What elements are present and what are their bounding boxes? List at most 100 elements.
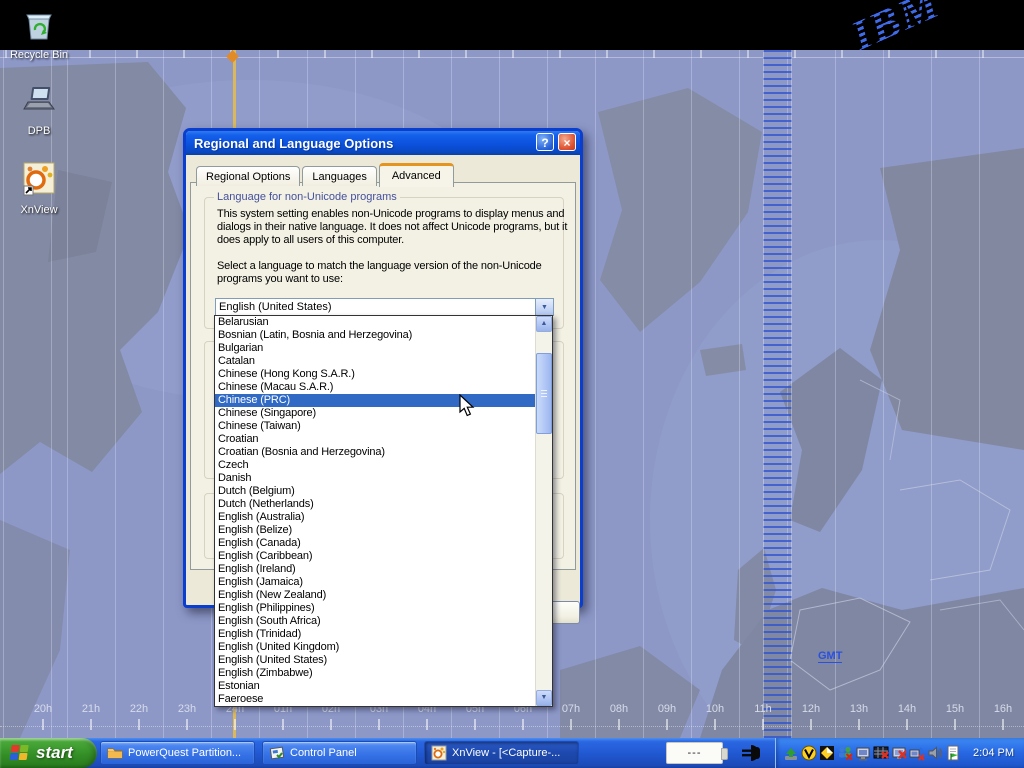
language-option[interactable]: Croatian (Bosnia and Herzegovina) <box>215 446 536 459</box>
power-plug-icon <box>739 743 763 763</box>
language-option[interactable]: Dutch (Netherlands) <box>215 498 536 511</box>
desktop-icon-label: DPB <box>0 125 78 137</box>
defrag-icon[interactable] <box>819 745 835 761</box>
timezone-tick <box>138 719 140 730</box>
task-flag-icon[interactable] <box>945 745 961 761</box>
close-button[interactable]: × <box>558 133 576 151</box>
language-option[interactable]: Danish <box>215 472 536 485</box>
language-option[interactable]: Belarusian <box>215 316 536 329</box>
timezone-cell: 11h <box>739 703 787 730</box>
taskbar-button-powerquest[interactable]: PowerQuest Partition... <box>100 741 255 765</box>
battery-indicator-text: --- <box>688 747 702 759</box>
language-option[interactable]: English (United States) <box>215 654 536 667</box>
language-option[interactable]: English (Zimbabwe) <box>215 667 536 680</box>
help-button[interactable]: ? <box>536 133 554 151</box>
language-option[interactable]: English (Jamaica) <box>215 576 536 589</box>
language-option[interactable]: English (South Africa) <box>215 615 536 628</box>
removable-media-icon[interactable] <box>783 745 799 761</box>
language-option[interactable]: English (Philippines) <box>215 602 536 615</box>
timezone-label: 13h <box>850 703 868 715</box>
language-option[interactable]: Dutch (Belgium) <box>215 485 536 498</box>
vnc-icon[interactable] <box>801 745 817 761</box>
taskbar-button-label: PowerQuest Partition... <box>128 747 241 759</box>
gmt-meridian-band <box>763 50 792 738</box>
combobox-dropdown-button[interactable]: ▼ <box>535 299 553 315</box>
select-instruction: Select a language to match the language … <box>217 260 569 286</box>
language-option[interactable]: Catalan <box>215 355 536 368</box>
scroll-up-button[interactable]: ▲ <box>536 316 552 332</box>
language-option[interactable]: Bulgarian <box>215 342 536 355</box>
dialog-titlebar[interactable]: Regional and Language Options ? × <box>186 131 580 155</box>
language-list: Belarusian Bosnian (Latin, Bosnia and He… <box>215 316 536 706</box>
language-option[interactable]: Faeroese <box>215 693 536 706</box>
timezone-label: 20h <box>34 703 52 715</box>
scrollbar-thumb[interactable] <box>536 353 552 434</box>
desktop-icon-xnview[interactable]: XnView <box>0 161 78 216</box>
language-option[interactable]: Chinese (PRC) <box>215 394 536 407</box>
desktop-icon-recycle-bin[interactable]: Recycle Bin <box>0 6 78 61</box>
start-button[interactable]: start <box>0 738 97 768</box>
users-status-icon[interactable] <box>837 745 853 761</box>
xnview-shortcut-icon <box>21 161 57 197</box>
recycle-bin-icon <box>21 6 57 42</box>
dialog-title: Regional and Language Options <box>194 136 393 151</box>
volume-icon[interactable] <box>927 745 943 761</box>
language-option[interactable]: Czech <box>215 459 536 472</box>
timezone-label: 10h <box>706 703 724 715</box>
taskbar-button-control-panel[interactable]: Control Panel <box>262 741 417 765</box>
language-combobox[interactable]: English (United States) ▼ <box>215 298 554 316</box>
timezone-scale: 20h 21h 22h 23h <box>19 703 1024 730</box>
taskbar-clock[interactable]: 2:04 PM <box>973 747 1014 759</box>
timezone-tick <box>42 719 44 730</box>
language-option[interactable]: English (Trinidad) <box>215 628 536 641</box>
timezone-tick <box>762 719 764 730</box>
timezone-label: 09h <box>658 703 676 715</box>
desktop-screen: IBM GMT <box>0 0 1024 768</box>
language-option[interactable]: English (Belize) <box>215 524 536 537</box>
language-option[interactable]: Estonian <box>215 680 536 693</box>
network-computer-icon[interactable] <box>855 745 871 761</box>
timezone-label: 12h <box>802 703 820 715</box>
language-option[interactable]: Chinese (Macau S.A.R.) <box>215 381 536 394</box>
language-option[interactable]: English (Canada) <box>215 537 536 550</box>
language-option[interactable]: Chinese (Singapore) <box>215 407 536 420</box>
taskbar-button-xnview[interactable]: XnView - [<Capture-... <box>424 741 579 765</box>
timezone-cell: 07h <box>547 703 595 730</box>
language-option[interactable]: English (New Zealand) <box>215 589 536 602</box>
timezone-tick <box>330 719 332 730</box>
tab-languages[interactable]: Languages <box>302 166 376 186</box>
timezone-cell: 22h <box>115 703 163 730</box>
xnview-icon <box>431 745 447 761</box>
taskbar-button-label: XnView - [<Capture-... <box>452 747 560 759</box>
tab-regional-options[interactable]: Regional Options <box>196 166 300 186</box>
timezone-label: 11h <box>754 703 772 715</box>
connection-error-icon[interactable] <box>909 745 925 761</box>
timezone-label: 14h <box>898 703 916 715</box>
taskbar-button-label: Control Panel <box>290 747 357 759</box>
drive-error-icon[interactable] <box>873 745 889 761</box>
windows-flag-icon <box>8 743 30 763</box>
language-option[interactable]: English (United Kingdom) <box>215 641 536 654</box>
language-option[interactable]: Chinese (Taiwan) <box>215 420 536 433</box>
language-option[interactable]: English (Ireland) <box>215 563 536 576</box>
language-option[interactable]: Chinese (Hong Kong S.A.R.) <box>215 368 536 381</box>
language-option[interactable]: English (Caribbean) <box>215 550 536 563</box>
group-description: This system setting enables non-Unicode … <box>217 208 569 247</box>
timezone-tick <box>954 719 956 730</box>
language-dropdown-list: Belarusian Bosnian (Latin, Bosnia and He… <box>214 315 553 707</box>
language-option[interactable]: Bosnian (Latin, Bosnia and Herzegovina) <box>215 329 536 342</box>
system-tray: 2:04 PM <box>775 738 1024 768</box>
timezone-label: 22h <box>130 703 148 715</box>
scroll-down-button[interactable]: ▼ <box>536 690 552 706</box>
dropdown-scrollbar[interactable]: ▲ ▼ <box>535 316 552 706</box>
timezone-cell: 15h <box>931 703 979 730</box>
timezone-label: 23h <box>178 703 196 715</box>
display-error-icon[interactable] <box>891 745 907 761</box>
timezone-label: 07h <box>562 703 580 715</box>
language-option[interactable]: English (Australia) <box>215 511 536 524</box>
desktop-icon-dpb[interactable]: DPB <box>0 82 78 137</box>
wallpaper-top-strip: IBM <box>0 0 1024 50</box>
language-option[interactable]: Croatian <box>215 433 536 446</box>
battery-indicator[interactable]: --- <box>666 742 723 764</box>
tab-advanced[interactable]: Advanced <box>379 163 454 187</box>
